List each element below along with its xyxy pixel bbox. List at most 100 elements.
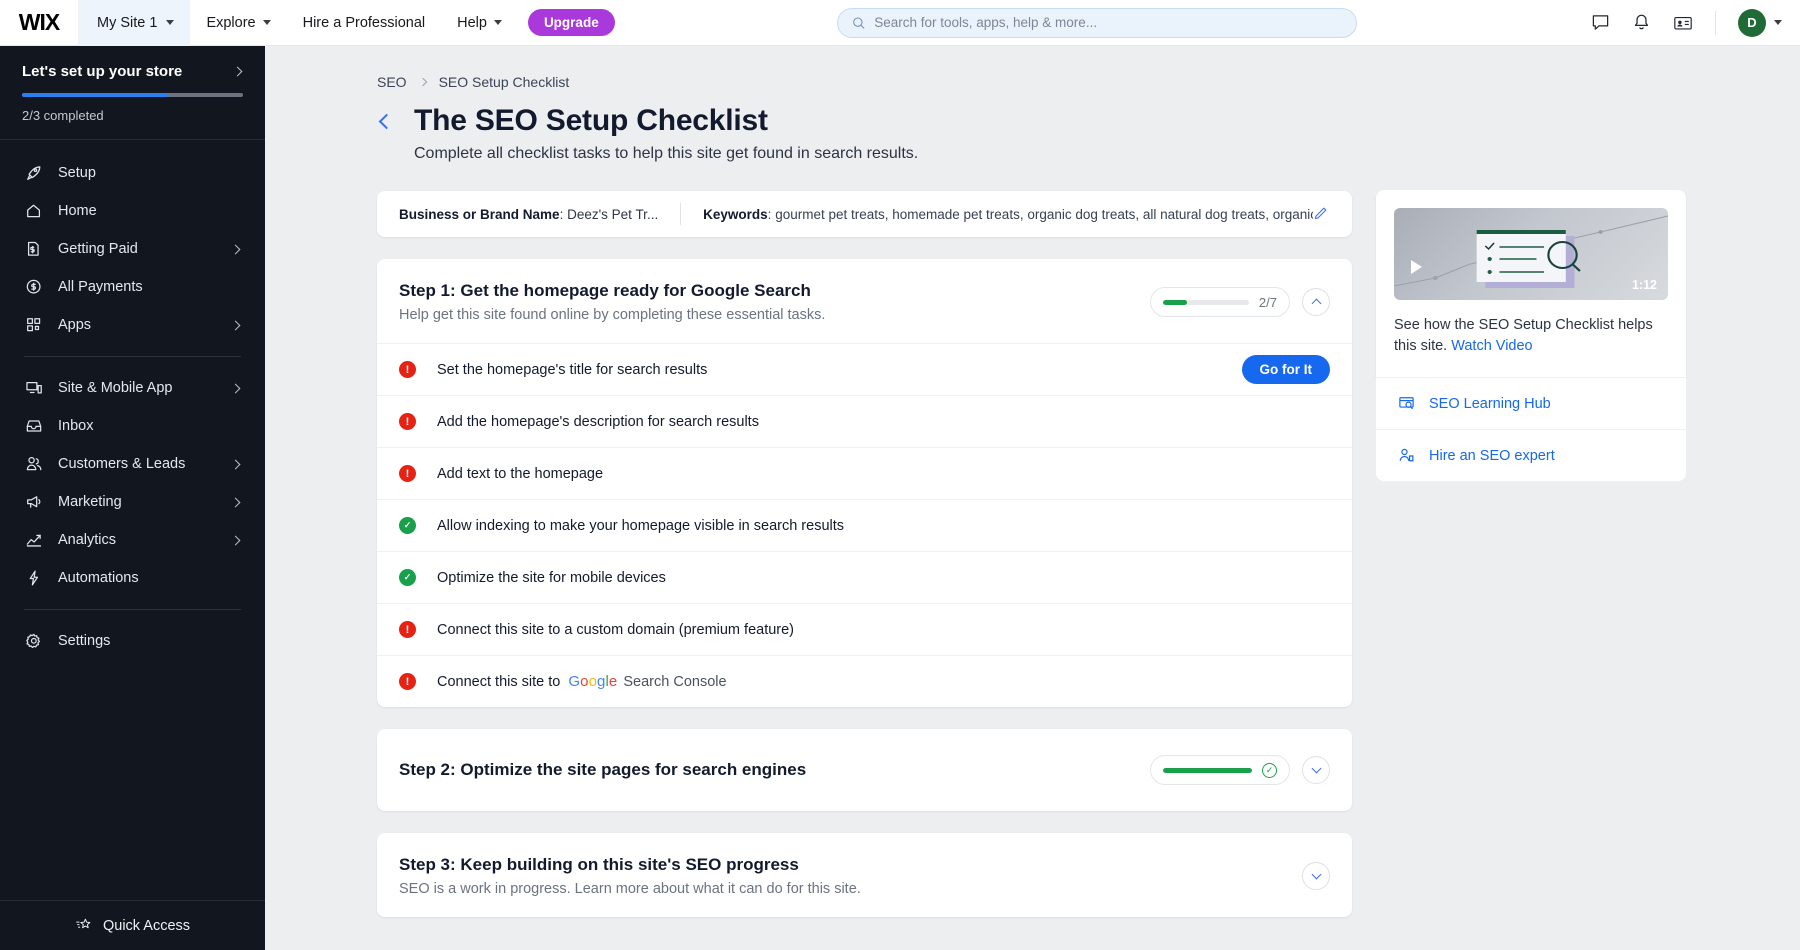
keywords-label: Keywords: [703, 207, 768, 222]
collapse-step-button[interactable]: [1302, 288, 1330, 316]
breadcrumb-seo[interactable]: SEO: [377, 74, 407, 90]
step-title: Step 2: Optimize the site pages for sear…: [399, 760, 806, 780]
sidebar-item-label: Marketing: [58, 494, 217, 510]
sidebar-nav-list: Setup Home Getting Paid All Payments Apps Sit…: [0, 140, 265, 660]
sidebar-item-apps[interactable]: Apps: [0, 306, 265, 344]
store-setup-panel[interactable]: Let's set up your store 2/3 completed: [0, 46, 265, 139]
sidebar-item-customers-leads[interactable]: Customers & Leads: [0, 445, 265, 483]
keywords-value: gourmet pet treats, homemade pet treats,…: [775, 207, 1313, 222]
megaphone-icon: [24, 493, 43, 512]
sidebar-item-settings[interactable]: Settings: [0, 622, 265, 660]
right-rail: 1:12 See how the SEO Setup Checklist hel…: [1376, 190, 1686, 917]
step-complete-check-icon: ✓: [1262, 763, 1277, 778]
task-row[interactable]: !Add the homepage's description for sear…: [377, 395, 1352, 447]
task-row[interactable]: ! Connect this site to GoogleSearch Conso…: [377, 655, 1352, 707]
sidebar-item-analytics[interactable]: Analytics: [0, 521, 265, 559]
sidebar-item-home[interactable]: Home: [0, 192, 265, 230]
sidebar-item-site-mobile-app[interactable]: Site & Mobile App: [0, 369, 265, 407]
sidebar-item-setup[interactable]: Setup: [0, 154, 265, 192]
seo-learning-hub-link[interactable]: SEO Learning Hub: [1376, 377, 1686, 429]
chevron-down-icon: [494, 20, 502, 25]
thumbnail-artwork: [1394, 208, 1668, 300]
task-row[interactable]: !Add text to the homepage: [377, 447, 1352, 499]
step-header-1[interactable]: Step 1: Get the homepage ready for Googl…: [377, 259, 1352, 343]
quick-access-button[interactable]: Quick Access: [0, 900, 265, 950]
hire-seo-expert-link[interactable]: Hire an SEO expert: [1376, 429, 1686, 481]
left-sidebar: Let's set up your store 2/3 completed Se…: [0, 46, 265, 950]
video-duration: 1:12: [1632, 278, 1657, 292]
quick-access-label: Quick Access: [103, 918, 190, 934]
home-icon: [24, 202, 43, 221]
task-row[interactable]: !Connect this site to a custom domain (p…: [377, 603, 1352, 655]
status-success-icon: ✓: [399, 517, 416, 534]
nav-explore[interactable]: Explore: [190, 0, 286, 46]
main-content-area: SEO SEO Setup Checklist The SEO Setup Ch…: [265, 46, 1800, 950]
chevron-down-icon: [1774, 20, 1782, 25]
go-for-it-button[interactable]: Go for It: [1242, 355, 1331, 384]
pencil-icon[interactable]: [1313, 204, 1330, 225]
sidebar-item-label: All Payments: [58, 279, 241, 295]
step-text-block: Step 3: Keep building on this site's SEO…: [399, 855, 861, 897]
sidebar-item-marketing[interactable]: Marketing: [0, 483, 265, 521]
back-button[interactable]: [379, 113, 395, 129]
chevron-down-icon: [166, 20, 174, 25]
status-error-icon: !: [399, 673, 416, 690]
status-error-icon: !: [399, 413, 416, 430]
sidebar-group-divider: [24, 356, 241, 357]
play-icon: [1411, 260, 1422, 274]
task-label: Connect this site to GoogleSearch Consol…: [437, 673, 727, 690]
task-label: Connect this site to a custom domain (pr…: [437, 622, 794, 638]
bell-icon[interactable]: [1632, 13, 1651, 32]
step-header-3[interactable]: Step 3: Keep building on this site's SEO…: [377, 833, 1352, 917]
account-menu[interactable]: D: [1738, 9, 1782, 37]
task-row[interactable]: ✓Optimize the site for mobile devices: [377, 551, 1352, 603]
apps-grid-icon: [24, 316, 43, 335]
sidebar-item-label: Home: [58, 203, 241, 219]
task-label: Set the homepage's title for search resu…: [437, 362, 707, 378]
business-name-segment: Business or Brand Name: Deez's Pet Tr...: [399, 207, 658, 222]
lightning-icon: [24, 569, 43, 588]
top-bar-icons: D: [1579, 9, 1800, 37]
task-row[interactable]: !Set the homepage's title for search res…: [377, 343, 1352, 395]
page-subtitle: Complete all checklist tasks to help thi…: [414, 145, 1352, 163]
learning-hub-icon: [1398, 395, 1415, 412]
search-area: [615, 8, 1579, 38]
nav-help-label: Help: [457, 15, 487, 31]
rocket-icon: [24, 164, 43, 183]
sidebar-item-inbox[interactable]: Inbox: [0, 407, 265, 445]
sidebar-item-all-payments[interactable]: All Payments: [0, 268, 265, 306]
sidebar-item-getting-paid[interactable]: Getting Paid: [0, 230, 265, 268]
chevron-down-icon: [1311, 870, 1321, 880]
step-progress-pill: ✓: [1150, 755, 1290, 785]
sidebar-item-label: Apps: [58, 317, 217, 333]
sidebar-item-label: Settings: [58, 633, 241, 649]
contact-card-icon[interactable]: [1673, 13, 1693, 33]
nav-hire-a-professional[interactable]: Hire a Professional: [287, 0, 442, 46]
chevron-right-icon: [231, 383, 241, 393]
task-row[interactable]: ✓Allow indexing to make your homepage vi…: [377, 499, 1352, 551]
task-label: Optimize the site for mobile devices: [437, 570, 666, 586]
chevron-right-icon: [233, 67, 243, 77]
wix-logo[interactable]: WIX: [0, 9, 78, 36]
global-search-box[interactable]: [837, 8, 1357, 38]
watch-video-link[interactable]: Watch Video: [1451, 338, 1532, 354]
expand-step-button[interactable]: [1302, 862, 1330, 890]
nav-help[interactable]: Help: [441, 0, 518, 46]
step-progress-track: [1163, 300, 1249, 305]
chat-icon[interactable]: [1591, 13, 1610, 32]
sidebar-item-label: Customers & Leads: [58, 456, 217, 472]
top-bar-divider: [1715, 11, 1716, 35]
sidebar-item-label: Analytics: [58, 532, 217, 548]
upgrade-button[interactable]: Upgrade: [528, 9, 615, 36]
step-progress-count: 2/7: [1259, 295, 1277, 310]
sidebar-item-automations[interactable]: Automations: [0, 559, 265, 597]
search-input[interactable]: [874, 15, 1342, 30]
expert-person-icon: [1398, 447, 1415, 464]
site-selector[interactable]: My Site 1: [78, 0, 190, 46]
step-title: Step 1: Get the homepage ready for Googl…: [399, 281, 825, 301]
video-thumbnail[interactable]: 1:12: [1394, 208, 1668, 300]
store-setup-progress-label: 2/3 completed: [22, 108, 243, 123]
step-header-2[interactable]: Step 2: Optimize the site pages for sear…: [377, 729, 1352, 811]
expand-step-button[interactable]: [1302, 756, 1330, 784]
chevron-right-icon: [231, 535, 241, 545]
